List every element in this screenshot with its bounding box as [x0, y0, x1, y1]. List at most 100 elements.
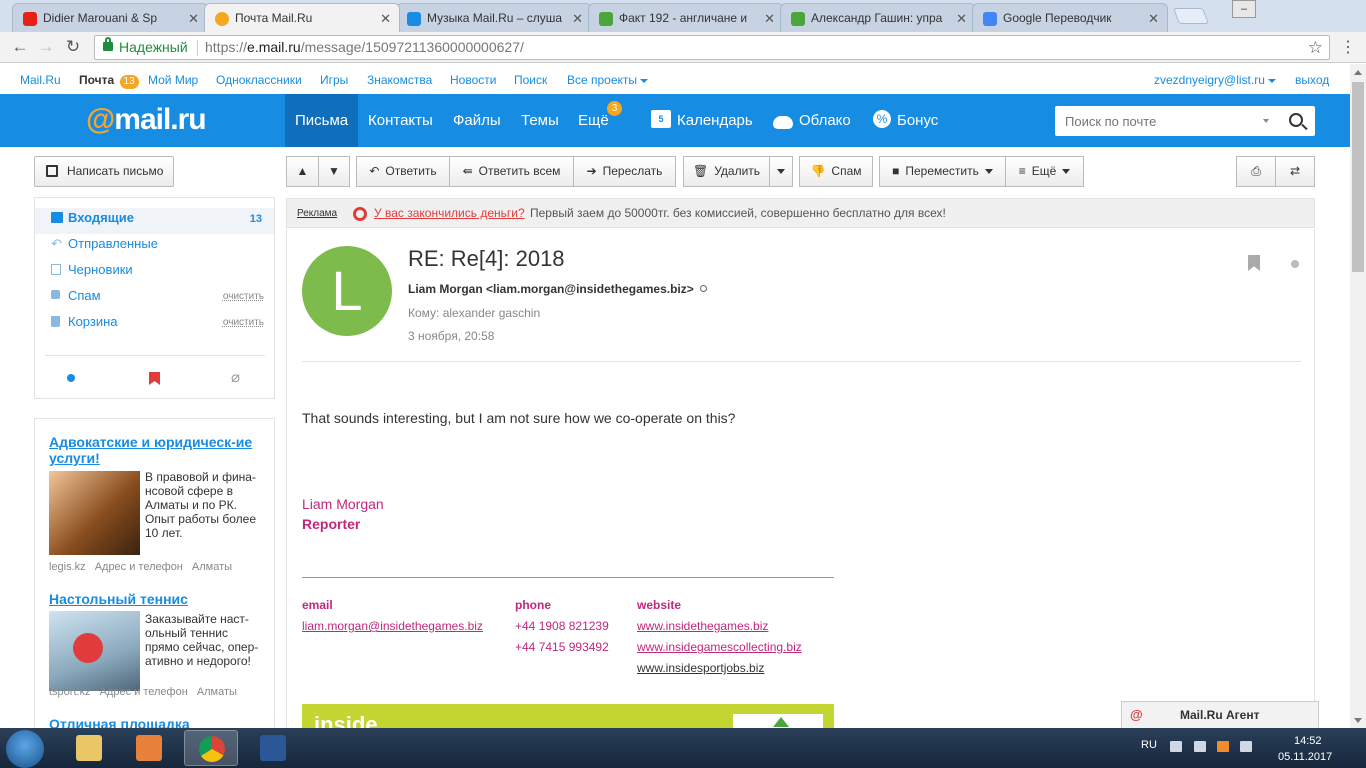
nav-calendar[interactable]: 5 Календарь [641, 94, 763, 147]
nav-more[interactable]: Ещё 3 [568, 94, 622, 147]
page-scrollbar[interactable] [1350, 64, 1366, 728]
ad-link[interactable]: У вас закончились деньги? [374, 199, 525, 227]
translate-button[interactable]: ⇄ [1275, 156, 1315, 187]
signature-website-link[interactable]: www.insidesportjobs.biz [637, 661, 764, 675]
sender-avatar[interactable]: L [302, 246, 392, 336]
browser-tab-music[interactable]: Музыка Mail.Ru – слуша ✕ [396, 3, 592, 32]
nav-files[interactable]: Файлы [443, 94, 511, 147]
folder-inbox[interactable]: Входящие 13 [35, 208, 274, 234]
print-button[interactable]: ⎙ [1236, 156, 1276, 187]
tray-network-icon[interactable] [1170, 741, 1182, 752]
clock-time[interactable]: 14:52 [1294, 735, 1322, 747]
message-from[interactable]: Liam Morgan <liam.morgan@insidethegames.… [408, 282, 707, 296]
ad-title[interactable]: Настольный теннис [49, 591, 259, 607]
taskbar-word[interactable] [246, 730, 300, 766]
scroll-down-icon[interactable] [1354, 718, 1362, 723]
nav-contacts[interactable]: Контакты [358, 94, 443, 147]
browser-tab-translate[interactable]: Google Переводчик ✕ [972, 3, 1168, 32]
reply-all-button[interactable]: ⇚ Ответить всем [449, 156, 574, 187]
search-icon[interactable] [699, 285, 707, 292]
search-icon[interactable] [1289, 113, 1303, 127]
tray-avast-icon[interactable] [1217, 741, 1229, 752]
reload-icon[interactable]: ↻ [63, 37, 83, 57]
topline-dating[interactable]: Знакомства [367, 73, 432, 87]
clean-trash-link[interactable]: очистить [223, 313, 264, 333]
compose-button[interactable]: Написать письмо [34, 156, 174, 187]
tray-flag-icon[interactable] [1194, 741, 1206, 752]
browser-tab-gashin[interactable]: Александр Гашин: упра ✕ [780, 3, 976, 32]
ad-label[interactable]: Реклама [297, 200, 337, 228]
delete-button[interactable]: 🗑 Удалить [683, 156, 770, 187]
topline-moy-mir[interactable]: Мой Мир [148, 73, 198, 87]
reply-button[interactable]: ↶ Ответить [356, 156, 450, 187]
signature-website-link[interactable]: www.insidegamescollecting.biz [637, 640, 802, 654]
forward-button[interactable]: ➔ Переслать [573, 156, 676, 187]
nav-topics[interactable]: Темы [511, 94, 569, 147]
bookmark-star-icon[interactable]: ☆ [1308, 36, 1323, 59]
ad-contacts[interactable]: Адрес и телефон [100, 686, 188, 698]
table-tennis-image[interactable] [49, 611, 140, 691]
prev-message-button[interactable]: ▲ [286, 156, 319, 187]
attachment-filter-icon[interactable]: ⌀ [231, 368, 240, 386]
topline-mail[interactable]: Почта 13 [79, 73, 139, 89]
ad-contacts[interactable]: Адрес и телефон [95, 561, 183, 573]
chevron-down-icon[interactable] [1263, 119, 1269, 123]
topline-all-projects[interactable]: Все проекты [567, 73, 649, 87]
nav-cloud[interactable]: Облако [763, 94, 861, 147]
close-icon[interactable]: ✕ [764, 4, 775, 32]
ad-domain[interactable]: tsport.kz [49, 686, 91, 698]
ad-title[interactable]: Адвокатские и юридическ-ие услуги! [49, 434, 259, 466]
windows-start-icon[interactable] [6, 730, 44, 768]
spam-button[interactable]: 👎 Спам [799, 156, 873, 187]
signature-website-link[interactable]: www.insidethegames.biz [637, 619, 768, 633]
taskbar-chrome[interactable] [184, 730, 238, 766]
read-status-icon[interactable] [1291, 260, 1299, 268]
close-icon[interactable]: ✕ [956, 4, 967, 32]
delete-options-button[interactable] [769, 156, 793, 187]
bookmark-flag-icon[interactable] [1248, 255, 1260, 271]
more-button[interactable]: ≡ Ещё [1005, 156, 1084, 187]
logout-link[interactable]: выход [1295, 73, 1329, 87]
tray-language[interactable]: RU [1141, 739, 1157, 751]
close-icon[interactable]: ✕ [188, 4, 199, 32]
browser-menu-icon[interactable]: ⋮ [1340, 37, 1356, 57]
window-minimize-button[interactable]: – [1232, 0, 1256, 18]
user-email-menu[interactable]: zvezdnyeigry@list.ru [1154, 73, 1276, 87]
new-tab-button[interactable] [1173, 8, 1209, 24]
tray-volume-icon[interactable] [1240, 741, 1252, 752]
back-arrow-icon[interactable]: ← [10, 37, 30, 57]
signature-banner[interactable]: inside [302, 704, 834, 729]
move-button[interactable]: ■ Переместить [879, 156, 1006, 187]
mailru-logo[interactable]: @mail.ru [86, 103, 207, 137]
folder-drafts[interactable]: Черновики [35, 260, 274, 286]
folder-trash[interactable]: Корзина очистить [35, 312, 274, 338]
close-icon[interactable]: ✕ [380, 4, 391, 32]
folder-sent[interactable]: ↶ Отправленные [35, 234, 274, 260]
scroll-up-icon[interactable] [1354, 70, 1362, 75]
nav-letters[interactable]: Письма [285, 94, 359, 147]
flagged-filter-icon[interactable] [149, 372, 160, 385]
search-input[interactable] [1055, 106, 1275, 136]
clean-spam-link[interactable]: очистить [223, 287, 264, 307]
ad-domain[interactable]: legis.kz [49, 561, 86, 573]
folder-spam[interactable]: Спам очистить [35, 286, 274, 312]
address-bar[interactable]: Надежный https://e.mail.ru/message/15097… [94, 35, 1330, 60]
topline-news[interactable]: Новости [450, 73, 496, 87]
browser-tab-fact[interactable]: Факт 192 - англичане и ✕ [588, 3, 784, 32]
topline-search[interactable]: Поиск [514, 73, 547, 87]
taskbar-explorer[interactable] [62, 730, 116, 766]
clock-date[interactable]: 05.11.2017 [1278, 751, 1332, 763]
browser-tab-mailru[interactable]: Почта Mail.Ru ✕ [204, 3, 400, 32]
unread-filter-icon[interactable] [67, 374, 75, 382]
topline-mailru[interactable]: Mail.Ru [20, 73, 61, 87]
topline-odnoklassniki[interactable]: Одноклассники [216, 73, 302, 87]
close-icon[interactable]: ✕ [1148, 4, 1159, 32]
nav-bonus[interactable]: % Бонус [863, 94, 948, 147]
next-message-button[interactable]: ▼ [318, 156, 350, 187]
topline-games[interactable]: Игры [320, 73, 348, 87]
scroll-thumb[interactable] [1352, 82, 1364, 272]
gavel-image[interactable] [49, 471, 140, 555]
signature-email-link[interactable]: liam.morgan@insidethegames.biz [302, 619, 483, 633]
browser-tab-youtube[interactable]: Didier Marouani & Sp ✕ [12, 3, 208, 32]
mailru-agent[interactable]: @ Mail.Ru Агент [1121, 701, 1319, 729]
